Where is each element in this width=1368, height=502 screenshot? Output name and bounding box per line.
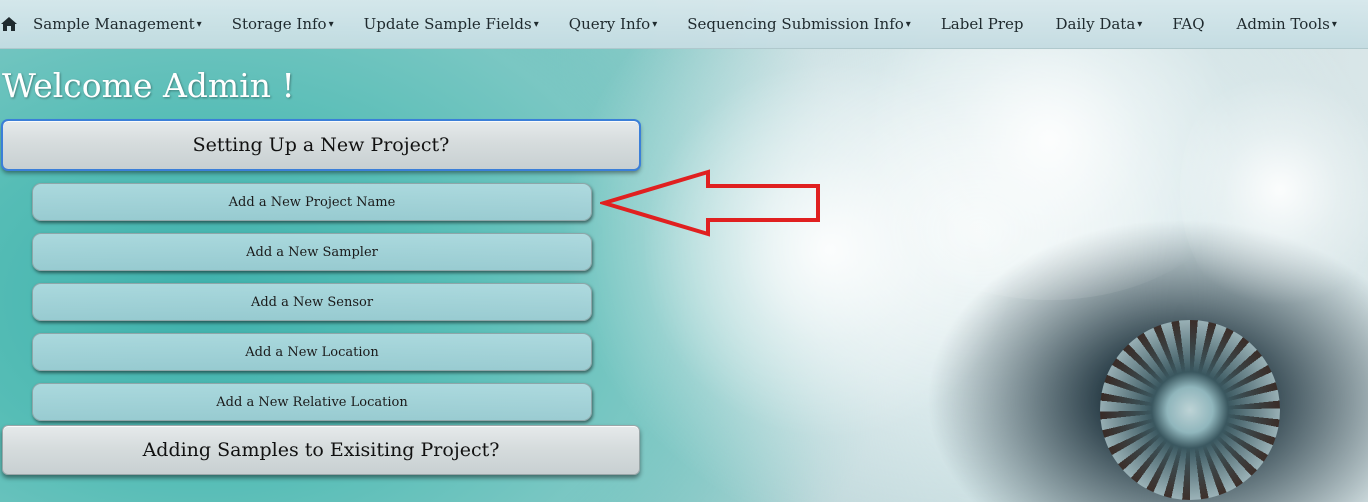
add-project-name-button[interactable]: Add a New Project Name: [32, 183, 592, 221]
add-sampler-button[interactable]: Add a New Sampler: [32, 233, 592, 271]
caret-down-icon: ▾: [1137, 18, 1143, 30]
home-button[interactable]: [0, 0, 18, 48]
welcome-heading: Welcome Admin !: [2, 66, 295, 105]
caret-down-icon: ▾: [1331, 18, 1337, 30]
nav-daily-data[interactable]: Daily Data ▾: [1041, 0, 1158, 48]
nav-faq[interactable]: FAQ: [1157, 0, 1221, 48]
nav-admin-tools[interactable]: Admin Tools ▾: [1222, 0, 1352, 48]
caret-down-icon: ▾: [905, 18, 911, 30]
add-location-button[interactable]: Add a New Location: [32, 333, 592, 371]
setting-up-new-project-button[interactable]: Setting Up a New Project?: [1, 119, 641, 171]
nav-sample-management[interactable]: Sample Management ▾: [18, 0, 217, 48]
nav-storage-info[interactable]: Storage Info ▾: [217, 0, 349, 48]
adding-samples-existing-project-button[interactable]: Adding Samples to Exisiting Project?: [2, 425, 640, 475]
add-relative-location-button[interactable]: Add a New Relative Location: [32, 383, 592, 421]
caret-down-icon: ▾: [652, 18, 658, 30]
caret-down-icon: ▾: [196, 18, 202, 30]
top-navbar: Sample Management ▾ Storage Info ▾ Update …: [0, 0, 1368, 49]
caret-down-icon: ▾: [328, 18, 334, 30]
dandelion-image: [1100, 320, 1280, 500]
arrow-left-icon: [600, 169, 820, 237]
nav-update-sample-fields[interactable]: Update Sample Fields ▾: [349, 0, 554, 48]
logout-button[interactable]: [1352, 0, 1368, 48]
add-sensor-button[interactable]: Add a New Sensor: [32, 283, 592, 321]
background-fluff: [1180, 60, 1368, 320]
nav-sequencing-submission-info[interactable]: Sequencing Submission Info ▾: [672, 0, 926, 48]
caret-down-icon: ▾: [533, 18, 539, 30]
home-icon: [1, 17, 17, 31]
nav-label-prep[interactable]: Label Prep: [926, 0, 1041, 48]
nav-query-info[interactable]: Query Info ▾: [554, 0, 672, 48]
